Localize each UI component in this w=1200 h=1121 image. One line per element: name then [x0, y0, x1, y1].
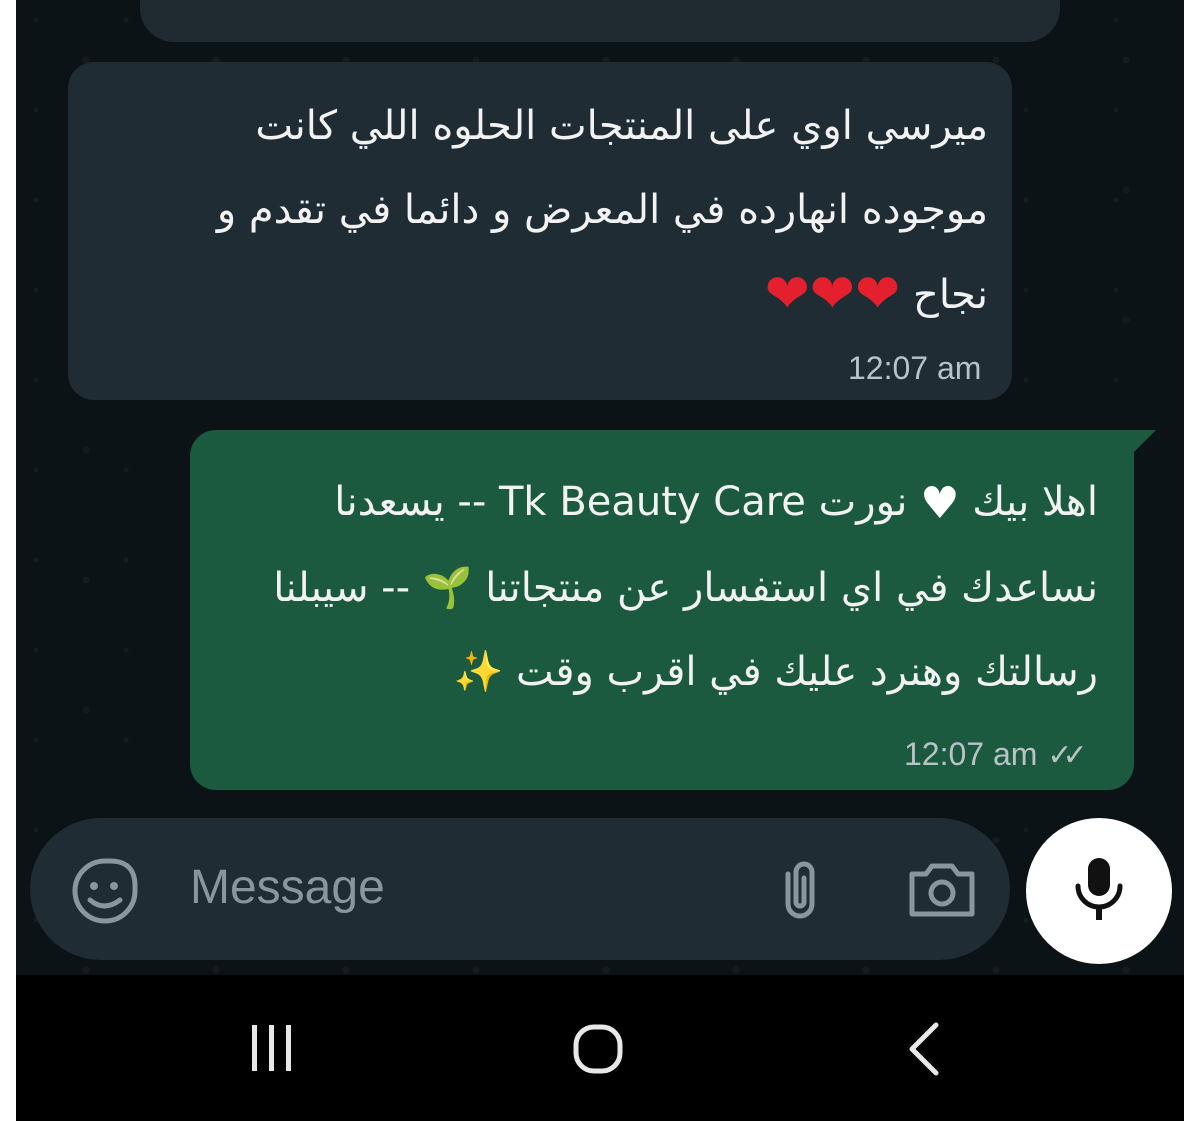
outgoing-text-brand: نورت Tk Beauty Care -- يسعدنا — [334, 479, 908, 525]
red-hearts-emoji-icon: ❤❤❤ — [764, 262, 905, 325]
mic-icon — [1075, 858, 1123, 920]
outgoing-bubble-tail — [1134, 430, 1156, 452]
outgoing-text-greeting: اهلا بيك — [972, 479, 1098, 525]
white-heart-emoji-icon: ♥ — [920, 478, 960, 529]
outgoing-text-reply: رسالتك وهنرد عليك في اقرب وقت — [516, 649, 1098, 695]
outgoing-text-leave: -- سيبلنا — [273, 565, 411, 611]
incoming-message-line-last: نجاح ❤❤❤ — [108, 252, 988, 337]
outgoing-message-meta: 12:07 am ✓✓ — [904, 736, 1088, 773]
incoming-message-time: 12:07 am — [848, 350, 982, 386]
outgoing-message-line: رسالتك وهنرد عليك في اقرب وقت ✨ — [230, 630, 1098, 714]
message-composer[interactable]: Message — [30, 818, 1010, 960]
sprout-emoji-icon: 🌱 — [422, 565, 473, 611]
outgoing-message-time: 12:07 am — [904, 736, 1038, 772]
home-icon[interactable] — [572, 1021, 626, 1081]
incoming-message-line: موجوده انهارده في المعرض و دائما في تقدم… — [216, 187, 988, 233]
camera-icon[interactable] — [904, 856, 980, 926]
outgoing-message-bubble[interactable]: اهلا بيك ♥ نورت Tk Beauty Care -- يسعدنا… — [190, 430, 1134, 790]
incoming-message-bubble[interactable]: ميرسي اوي على المنتجات الحلوه اللي كانت … — [68, 62, 1012, 400]
message-input[interactable]: Message — [190, 860, 385, 915]
sparkles-emoji-icon: ✨ — [453, 649, 504, 695]
attach-icon[interactable] — [764, 854, 836, 926]
sticker-icon[interactable] — [70, 856, 140, 926]
outgoing-message-line: اهلا بيك ♥ نورت Tk Beauty Care -- يسعدنا — [230, 460, 1098, 546]
outgoing-text-help: نساعدك في اي استفسار عن منتجاتنا — [485, 565, 1098, 611]
recents-icon[interactable] — [248, 1021, 298, 1081]
outgoing-message-line: نساعدك في اي استفسار عن منتجاتنا 🌱 -- سي… — [230, 546, 1098, 630]
phone-screen: ميرسي اوي على المنتجات الحلوه اللي كانت … — [16, 0, 1184, 1121]
incoming-message-word: نجاح — [913, 272, 988, 318]
mic-button[interactable] — [1026, 818, 1172, 964]
system-navigation-bar — [16, 975, 1184, 1121]
previous-message-bubble[interactable] — [140, 0, 1060, 42]
read-receipt-icon: ✓✓ — [1047, 739, 1087, 772]
back-icon[interactable] — [904, 1021, 944, 1081]
incoming-message-line: ميرسي اوي على المنتجات الحلوه اللي كانت — [255, 103, 988, 149]
